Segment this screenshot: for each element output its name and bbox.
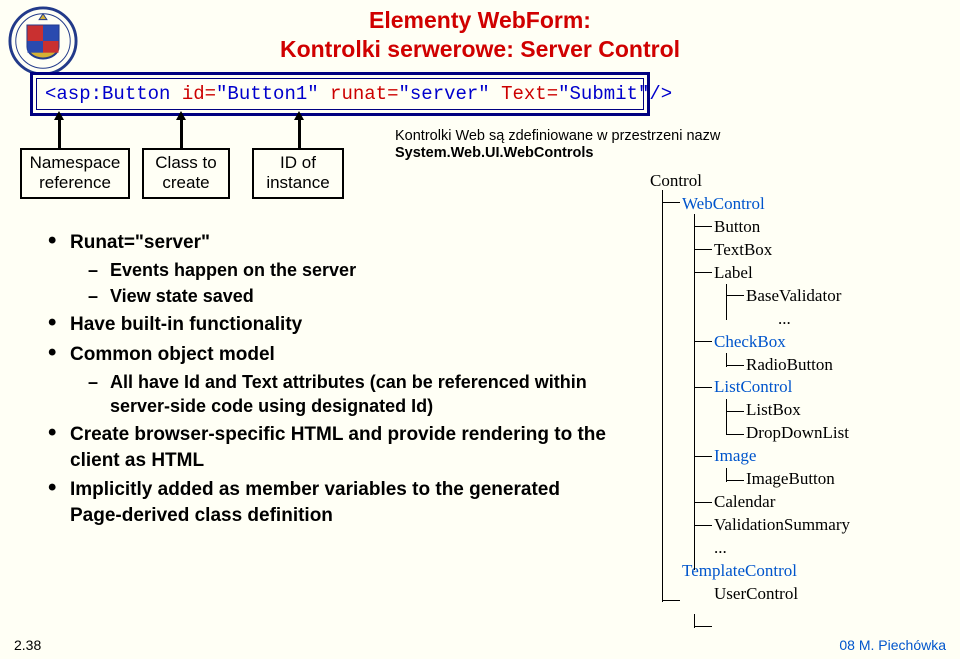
- page-number: 2.38: [14, 637, 41, 653]
- code-example-box: <asp:Button id="Button1" runat="server" …: [30, 72, 650, 116]
- class-hierarchy-tree: Control WebControl Button TextBox Label …: [650, 170, 850, 606]
- footer-author: 08 M. Piechówka: [839, 637, 946, 653]
- slide-bullet-list: Runat="server" Events happen on the serv…: [48, 230, 608, 533]
- university-crest-logo: [8, 6, 78, 76]
- slide-title-line2: Kontrolki serwerowe: Server Control: [200, 35, 760, 64]
- slide-title-line1: Elementy WebForm:: [200, 6, 760, 35]
- namespace-note: Kontrolki Web są zdefiniowane w przestrz…: [395, 128, 785, 163]
